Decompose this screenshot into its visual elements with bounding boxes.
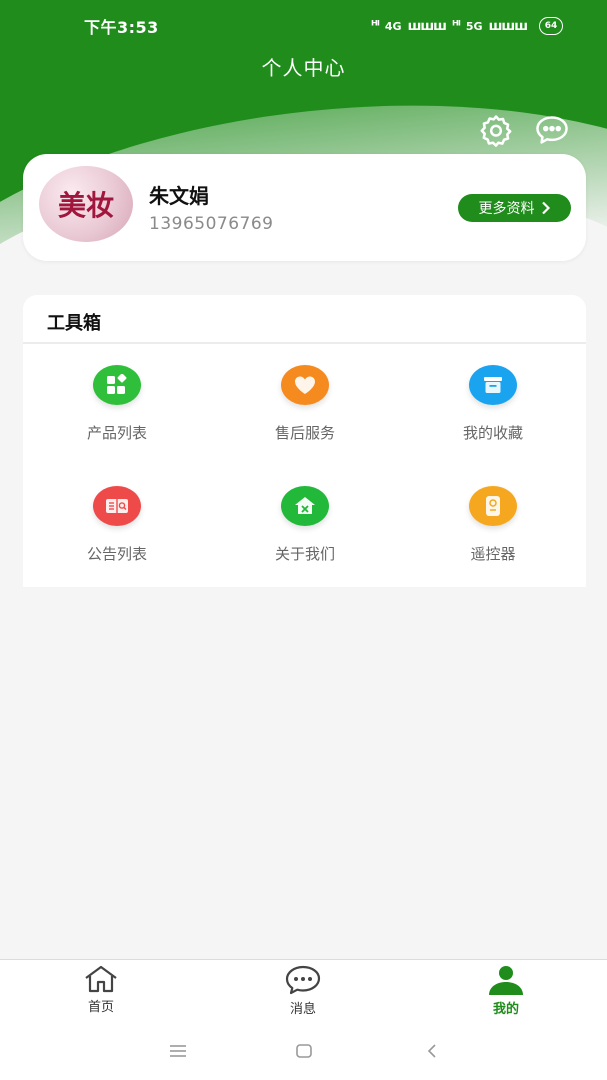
tab-label: 消息 <box>289 1002 316 1017</box>
tool-product-list[interactable]: 产品列表 <box>23 365 211 465</box>
battery-level: 64 <box>544 21 558 31</box>
home-square-icon[interactable] <box>292 1039 316 1063</box>
status-time: 下午3:53 <box>84 18 159 37</box>
archive-icon <box>469 365 517 405</box>
tool-label: 我的收藏 <box>462 424 523 442</box>
tool-label: 公告列表 <box>86 545 147 563</box>
tool-about-us[interactable]: 关于我们 <box>211 486 399 586</box>
network-type-4g: 4G <box>384 19 402 33</box>
status-icons: ᵸᴵ 4G ꟺꟺꟺ ᵸᴵ 5G ꟺꟺꟺ 64 <box>371 17 563 35</box>
toolbox-panel: 工具箱 产品列表 售后服务 我的收藏 公告列表 关于我们 遥控器 <box>23 295 586 587</box>
system-navigation-bar <box>0 1021 607 1080</box>
back-icon[interactable] <box>420 1039 444 1063</box>
tool-after-sales[interactable]: 售后服务 <box>211 365 399 465</box>
tool-my-favorites[interactable]: 我的收藏 <box>399 365 587 465</box>
tool-remote-control[interactable]: 遥控器 <box>399 486 587 586</box>
person-icon <box>489 966 523 995</box>
signal-icon-2: ᵸᴵ <box>451 18 461 34</box>
status-bar: 下午3:53 ᵸᴵ 4G ꟺꟺꟺ ᵸᴵ 5G ꟺꟺꟺ 64 <box>0 0 607 52</box>
home-outline-icon <box>85 965 117 993</box>
chevron-right-icon <box>541 201 550 215</box>
more-info-label: 更多资料 <box>478 201 535 217</box>
tab-messages[interactable]: 消息 <box>243 964 363 1020</box>
avatar-text: 美妆 <box>57 189 114 222</box>
book-search-icon <box>93 486 141 526</box>
menu-icon[interactable] <box>166 1039 190 1063</box>
chat-bubble-icon <box>285 965 321 995</box>
heart-icon <box>281 365 329 405</box>
signal-icon: ᵸᴵ <box>370 18 380 34</box>
tab-home[interactable]: 首页 <box>41 964 161 1020</box>
toolbox-title: 工具箱 <box>47 313 101 334</box>
remote-icon <box>469 486 517 526</box>
tool-label: 关于我们 <box>274 545 335 563</box>
home-icon <box>281 486 329 526</box>
network-type-5g: 5G <box>465 19 483 33</box>
tab-label: 我的 <box>492 1002 519 1017</box>
tab-mine[interactable]: 我的 <box>446 964 566 1020</box>
tool-announcement-list[interactable]: 公告列表 <box>23 486 211 586</box>
signal-bars-icon-2: ꟺꟺꟺ <box>488 18 528 34</box>
page-title: 个人中心 <box>261 56 346 80</box>
message-bubble-icon[interactable] <box>534 112 570 148</box>
signal-bars-icon: ꟺꟺꟺ <box>407 18 447 34</box>
user-phone: 13965076769 <box>149 214 274 234</box>
tool-label: 遥控器 <box>470 545 516 563</box>
bottom-tab-bar: 首页 消息 我的 <box>0 959 607 1021</box>
settings-gear-icon[interactable] <box>478 112 514 148</box>
tool-label: 产品列表 <box>86 424 147 442</box>
tab-label: 首页 <box>87 1000 114 1015</box>
profile-card[interactable]: 美妆 朱文娟 13965076769 更多资料 <box>23 154 586 261</box>
more-info-button[interactable]: 更多资料 <box>458 194 571 222</box>
battery-icon: 64 <box>539 17 563 35</box>
grid-icon <box>93 365 141 405</box>
avatar[interactable]: 美妆 <box>39 166 133 242</box>
toolbox-divider <box>23 342 586 344</box>
user-name: 朱文娟 <box>149 184 209 208</box>
tool-label: 售后服务 <box>274 424 335 442</box>
